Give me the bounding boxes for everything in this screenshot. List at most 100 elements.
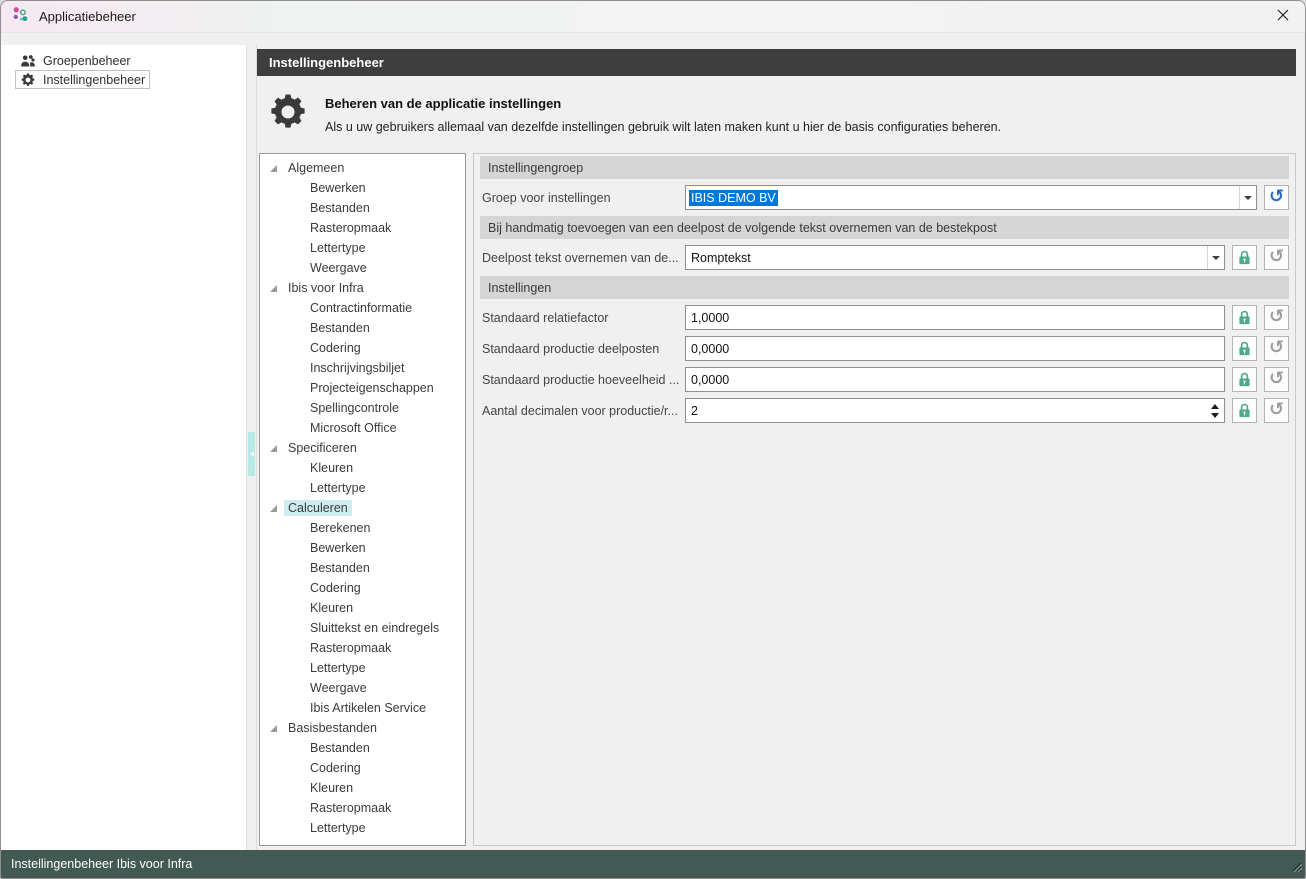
tree-item[interactable]: Contractinformatie xyxy=(260,298,465,318)
tree-item-label: Ibis voor Infra xyxy=(288,281,364,295)
tree-item-label: Rasteropmaak xyxy=(310,221,392,235)
undo-icon: ↺ xyxy=(1268,398,1285,420)
combo-box[interactable]: Romptekst xyxy=(685,245,1225,270)
tree-item-label: Specificeren xyxy=(288,441,357,455)
tree-item-label: Algemeen xyxy=(288,161,345,175)
lock-button[interactable] xyxy=(1232,336,1257,361)
tree-item-label: Codering xyxy=(310,581,361,595)
tree-item[interactable]: Ibis Artikelen Service xyxy=(260,698,465,718)
combo-box[interactable]: IBIS DEMO BV xyxy=(685,185,1257,210)
expander-icon[interactable] xyxy=(270,444,284,452)
tree-item-label: Sluittekst en eindregels xyxy=(310,621,440,635)
tree-item[interactable]: Codering xyxy=(260,338,465,358)
tree-item-label: Bestanden xyxy=(310,741,370,755)
tree-item[interactable]: Basisbestanden xyxy=(260,718,465,738)
reset-button[interactable]: ↺ xyxy=(1264,367,1289,392)
spinner-down-icon[interactable] xyxy=(1211,412,1219,418)
panel-title: Instellingenbeheer xyxy=(269,55,384,70)
field-value: 0,0000 xyxy=(691,372,730,387)
undo-icon: ↺ xyxy=(1268,367,1285,389)
dropdown-button[interactable] xyxy=(1239,186,1256,209)
splitter-collapse-handle[interactable] xyxy=(248,432,255,476)
form-row: Standaard relatiefactor 1,0000 ↺ xyxy=(480,305,1289,330)
tree-item[interactable]: Kleuren xyxy=(260,598,465,618)
tree-item-label: Kleuren xyxy=(310,461,354,475)
tree-item[interactable]: Codering xyxy=(260,578,465,598)
lock-button[interactable] xyxy=(1232,367,1257,392)
reset-button[interactable]: ↺ xyxy=(1264,185,1289,210)
tree-item-label: Inschrijvingsbiljet xyxy=(310,361,405,375)
tree-item-label: Lettertype xyxy=(310,821,366,835)
spinner-buttons[interactable] xyxy=(1206,399,1224,422)
window-title: Applicatiebeheer xyxy=(39,9,136,24)
tree-item[interactable]: Calculeren xyxy=(260,498,465,518)
section-header: Instellingengroep xyxy=(480,156,1289,179)
tree-item[interactable]: Weergave xyxy=(260,678,465,698)
tree-item[interactable]: Lettertype xyxy=(260,818,465,838)
tree-item[interactable]: Specificeren xyxy=(260,438,465,458)
tree-item-label: Bewerken xyxy=(310,541,366,555)
field-label: Deelpost tekst overnemen van de... xyxy=(482,250,679,265)
gear-icon xyxy=(20,72,36,88)
tree-item-label: Basisbestanden xyxy=(288,721,377,735)
reset-button[interactable]: ↺ xyxy=(1264,245,1289,270)
tree-item[interactable]: Sluittekst en eindregels xyxy=(260,618,465,638)
reset-button[interactable]: ↺ xyxy=(1264,305,1289,330)
tree-item[interactable]: Ibis voor Infra xyxy=(260,278,465,298)
lock-button[interactable] xyxy=(1232,245,1257,270)
tree-item[interactable]: Bestanden xyxy=(260,198,465,218)
tree-item[interactable]: Microsoft Office xyxy=(260,418,465,438)
panel-title-bar: Instellingenbeheer xyxy=(257,49,1296,76)
tree-item[interactable]: Rasteropmaak xyxy=(260,798,465,818)
splitter[interactable] xyxy=(246,45,257,850)
reset-button[interactable]: ↺ xyxy=(1264,398,1289,423)
text-field[interactable]: 0,0000 xyxy=(685,336,1225,361)
tree-item-label: Calculeren xyxy=(284,500,352,516)
collapse-arrow-icon xyxy=(249,451,254,457)
tree-item[interactable]: Bestanden xyxy=(260,738,465,758)
text-field[interactable]: 0,0000 xyxy=(685,367,1225,392)
sidebar-item-groepenbeheer[interactable]: Groepenbeheer xyxy=(15,51,136,70)
tree-item[interactable]: Projecteigenschappen xyxy=(260,378,465,398)
lock-button[interactable] xyxy=(1232,305,1257,330)
titlebar: Applicatiebeheer xyxy=(1,1,1305,33)
tree-item[interactable]: Codering xyxy=(260,758,465,778)
lock-button[interactable] xyxy=(1232,398,1257,423)
tree-item[interactable]: Rasteropmaak xyxy=(260,638,465,658)
tree-item-label: Lettertype xyxy=(310,481,366,495)
spinner-up-icon[interactable] xyxy=(1211,403,1219,409)
chevron-down-icon xyxy=(1212,255,1220,260)
tree-item[interactable]: Inschrijvingsbiljet xyxy=(260,358,465,378)
spinner-field[interactable]: 2 xyxy=(685,398,1225,423)
tree-item[interactable]: Kleuren xyxy=(260,458,465,478)
tree-item[interactable]: Kleuren xyxy=(260,778,465,798)
tree-item-label: Berekenen xyxy=(310,521,371,535)
close-button[interactable] xyxy=(1261,1,1305,32)
expander-icon[interactable] xyxy=(270,504,284,512)
tree-item[interactable]: Algemeen xyxy=(260,158,465,178)
tree-item[interactable]: Bewerken xyxy=(260,538,465,558)
tree-item-label: Spellingcontrole xyxy=(310,401,399,415)
tree-item-label: Lettertype xyxy=(310,241,366,255)
tree-item[interactable]: Lettertype xyxy=(260,238,465,258)
reset-button[interactable]: ↺ xyxy=(1264,336,1289,361)
tree-item-label: Projecteigenschappen xyxy=(310,381,434,395)
gear-icon xyxy=(267,91,309,138)
expander-icon[interactable] xyxy=(270,164,284,172)
tree-item[interactable]: Berekenen xyxy=(260,518,465,538)
tree-item[interactable]: Rasteropmaak xyxy=(260,218,465,238)
dropdown-button[interactable] xyxy=(1207,246,1224,269)
text-field[interactable]: 1,0000 xyxy=(685,305,1225,330)
expander-icon[interactable] xyxy=(270,284,284,292)
tree-item[interactable]: Lettertype xyxy=(260,658,465,678)
sidebar-item-label: Groepenbeheer xyxy=(43,53,131,68)
resize-grip[interactable] xyxy=(1290,860,1303,875)
tree-item[interactable]: Weergave xyxy=(260,258,465,278)
tree-item[interactable]: Spellingcontrole xyxy=(260,398,465,418)
tree-item[interactable]: Bestanden xyxy=(260,558,465,578)
sidebar-item-instellingenbeheer[interactable]: Instellingenbeheer xyxy=(15,70,151,89)
tree-item[interactable]: Bewerken xyxy=(260,178,465,198)
tree-item[interactable]: Lettertype xyxy=(260,478,465,498)
expander-icon[interactable] xyxy=(270,724,284,732)
tree-item[interactable]: Bestanden xyxy=(260,318,465,338)
